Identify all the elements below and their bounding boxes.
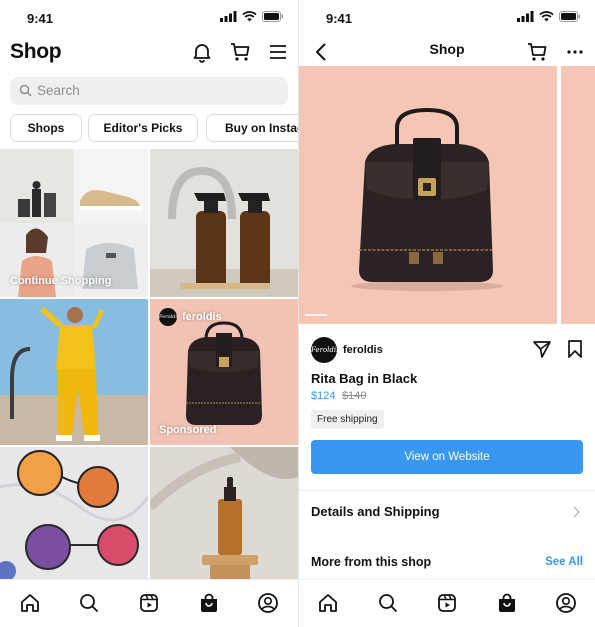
serum-bottle-image	[150, 447, 298, 579]
divider	[299, 490, 595, 491]
black-bag-image	[299, 66, 557, 324]
cart-icon[interactable]	[526, 41, 548, 63]
wifi-icon	[539, 11, 554, 22]
spray-bottles-image	[150, 149, 298, 297]
seller-avatar: Feroldis	[159, 308, 177, 326]
sunglasses-tile[interactable]	[0, 447, 148, 579]
spray-bottles-tile[interactable]	[150, 149, 298, 297]
serum-bottle-tile[interactable]	[150, 447, 298, 579]
reels-icon[interactable]	[436, 592, 458, 614]
home-icon[interactable]	[317, 592, 339, 614]
yellow-outfit-image	[0, 299, 148, 445]
home-icon[interactable]	[19, 592, 41, 614]
more-options-icon[interactable]	[564, 41, 586, 63]
yellow-outfit-tile[interactable]	[0, 299, 148, 445]
free-shipping-badge: Free shipping	[311, 410, 384, 429]
search-input[interactable]: Search	[10, 77, 288, 105]
seller-avatar[interactable]: Feroldis	[311, 337, 337, 363]
product-original-price: $140	[342, 390, 367, 402]
shop-screen: 9:41 Shop Search Shops Editor's Picks Bu…	[0, 0, 298, 627]
details-and-shipping-row[interactable]: Details and Shipping	[311, 504, 440, 519]
search-nav-icon[interactable]	[78, 592, 100, 614]
view-on-website-button[interactable]: View on Website	[311, 440, 583, 474]
reels-icon[interactable]	[138, 592, 160, 614]
bottom-nav	[0, 579, 298, 627]
profile-icon[interactable]	[257, 592, 279, 614]
product-image-carousel[interactable]	[299, 66, 557, 324]
page-title: Shop	[10, 40, 62, 63]
bookmark-icon[interactable]	[565, 339, 585, 359]
cart-icon[interactable]	[229, 41, 251, 63]
continue-shopping-tile[interactable]: Continue Shopping	[0, 149, 148, 297]
more-from-shop-heading: More from this shop	[311, 555, 432, 569]
signal-icon	[517, 11, 534, 22]
seller-name[interactable]: feroldis	[343, 344, 383, 356]
product-price: $124	[311, 390, 336, 402]
bottom-nav	[299, 579, 595, 627]
product-screen: 9:41 Shop Feroldis feroldis Rita Bag in …	[299, 0, 595, 627]
status-bar: 9:41	[299, 0, 595, 34]
chevron-right-icon	[571, 505, 581, 519]
wifi-icon	[242, 11, 257, 22]
battery-icon	[262, 11, 283, 22]
status-time: 9:41	[326, 11, 353, 26]
shop-grid: Continue Shopping Ferold feroldis Sponso…	[0, 149, 298, 579]
status-icons	[220, 11, 284, 22]
share-icon[interactable]	[532, 339, 552, 359]
pill-editors-picks[interactable]: Editor's Picks	[88, 114, 198, 142]
status-time: 9:41	[27, 11, 54, 26]
menu-icon[interactable]	[268, 41, 290, 63]
page-title: Shop	[429, 41, 465, 57]
search-nav-icon[interactable]	[377, 592, 399, 614]
shop-icon[interactable]	[496, 592, 518, 614]
sponsored-bag-tile[interactable]: Feroldis feroldis Sponsored	[150, 299, 298, 445]
search-placeholder: Search	[37, 83, 80, 98]
pill-buy-on-instagram[interactable]: Buy on Instag	[206, 114, 298, 142]
sunglasses-image	[0, 447, 148, 579]
profile-icon[interactable]	[555, 592, 577, 614]
status-icons	[517, 11, 581, 22]
carousel-progress	[305, 314, 327, 316]
seller-handle[interactable]: feroldis	[182, 311, 222, 323]
bell-icon[interactable]	[191, 41, 213, 63]
continue-shopping-label: Continue Shopping	[10, 275, 112, 287]
category-pills: Shops Editor's Picks Buy on Instag	[10, 114, 298, 142]
battery-icon	[559, 11, 580, 22]
see-all-link[interactable]: See All	[545, 556, 583, 568]
product-name: Rita Bag in Black	[311, 371, 418, 386]
status-bar: 9:41	[0, 0, 298, 34]
next-product-image[interactable]	[561, 66, 595, 324]
search-icon	[19, 84, 32, 97]
sponsored-label: Sponsored	[159, 424, 217, 436]
pill-shops[interactable]: Shops	[10, 114, 82, 142]
shop-icon[interactable]	[198, 592, 220, 614]
signal-icon	[220, 11, 237, 22]
